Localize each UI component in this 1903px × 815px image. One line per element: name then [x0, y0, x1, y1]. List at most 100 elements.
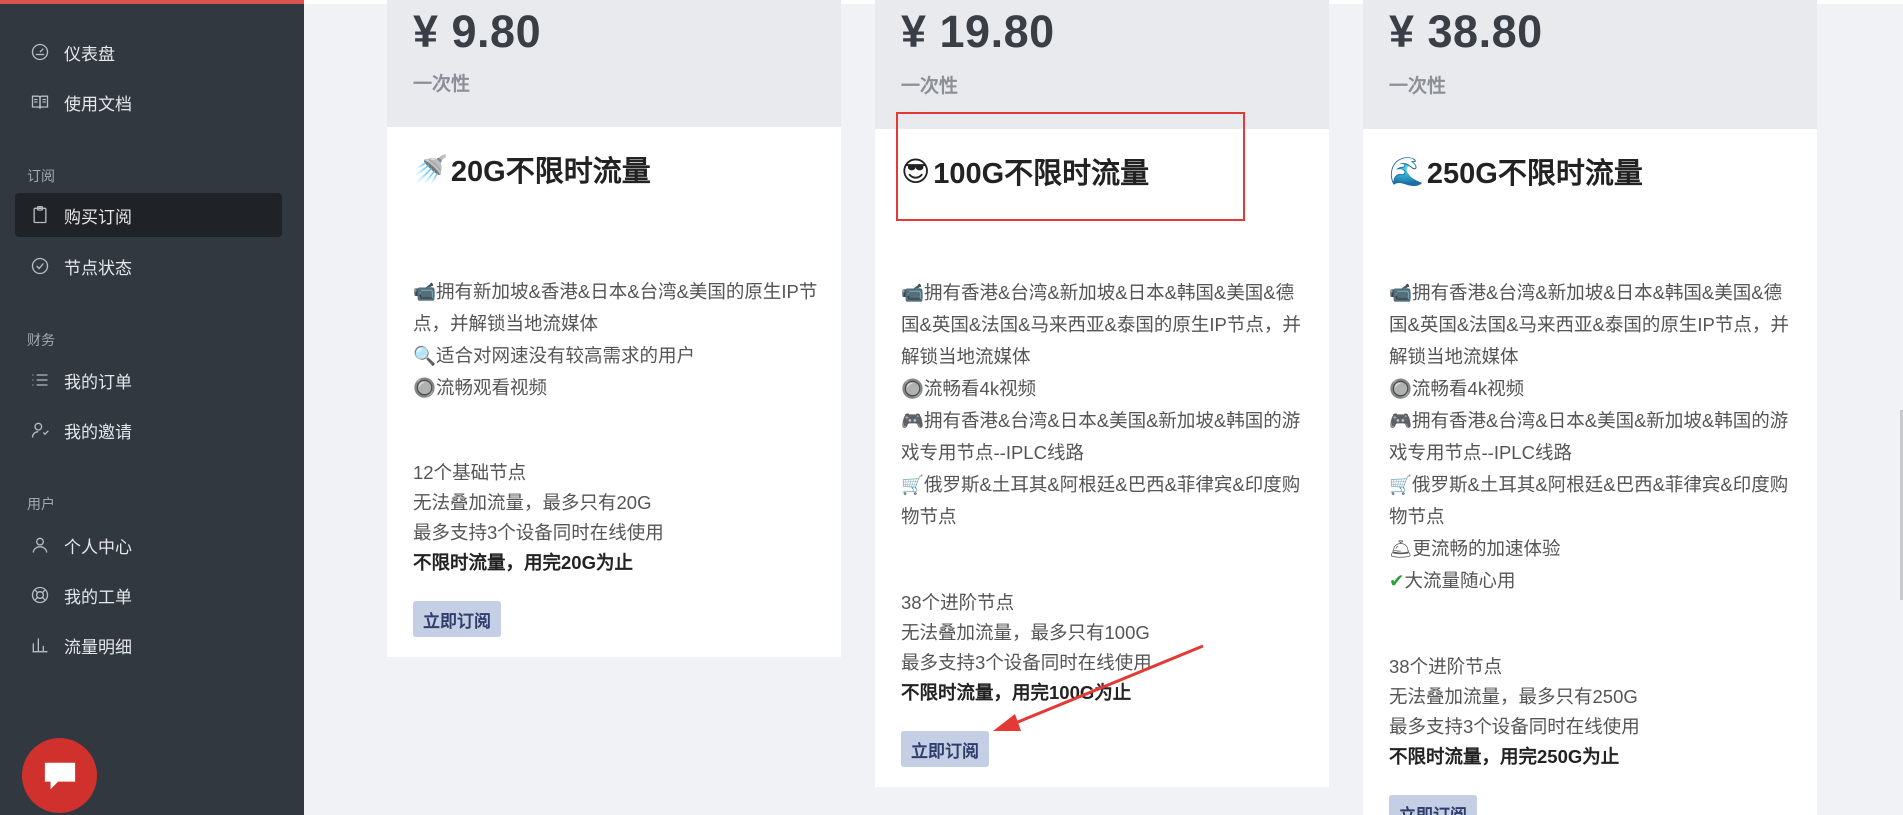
info-line: 无法叠加流量，最多只有250G — [1389, 686, 1638, 707]
plan-card-header: ¥ 38.80 一次性 — [1363, 0, 1817, 129]
lifebuoy-icon — [29, 584, 51, 606]
video-camera-icon: 📹 — [413, 281, 437, 302]
gamepad-icon: 🎮 — [1389, 410, 1413, 431]
plan-price: ¥ 9.80 — [413, 6, 542, 57]
plan-period: 一次性 — [413, 74, 471, 95]
sunglasses-icon: 😎 — [901, 155, 931, 187]
feature-line: 📹拥有新加坡&香港&日本&台湾&美国的原生IP节点，并解锁当地流媒体 — [413, 281, 818, 334]
plan-card: ¥ 19.80 一次性 😎 100G不限时流量 📹拥有香港&台湾&新加坡&日本&… — [875, 0, 1329, 787]
sidebar-item-profile[interactable]: 个人中心 — [15, 523, 282, 567]
gamepad-icon: 🎮 — [901, 410, 925, 431]
radio-button-icon: 🔘 — [1389, 378, 1413, 399]
plan-title: 😎 100G不限时流量 — [901, 150, 1149, 192]
bar-chart-icon — [29, 634, 51, 656]
plan-info: 38个进阶节点 无法叠加流量，最多只有250G 最多支持3个设备同时在线使用 不… — [1389, 652, 1794, 772]
plan-info: 38个进阶节点 无法叠加流量，最多只有100G 最多支持3个设备同时在线使用 不… — [901, 588, 1306, 708]
sidebar-item-label: 我的邀请 — [64, 422, 132, 442]
plan-card: ¥ 38.80 一次性 🌊 250G不限时流量 📹拥有香港&台湾&新加坡&日本&… — [1363, 0, 1817, 815]
plan-period: 一次性 — [1389, 76, 1447, 97]
info-line: 无法叠加流量，最多只有20G — [413, 492, 652, 513]
feature-line: 🎮拥有香港&台湾&日本&美国&新加坡&韩国的游戏专用节点--IPLC线路 — [1389, 410, 1789, 463]
sidebar-item-label: 流量明细 — [64, 637, 132, 657]
info-line: 38个进阶节点 — [901, 592, 1015, 613]
menu-group-subscribe: 订阅 — [27, 168, 55, 184]
feature-line: 📹拥有香港&台湾&新加坡&日本&韩国&美国&德国&英国&法国&马来西亚&泰国的原… — [1389, 282, 1789, 367]
plan-title: 🌊 250G不限时流量 — [1389, 150, 1643, 192]
info-strong-line: 不限时流量，用完250G为止 — [1389, 746, 1620, 767]
video-camera-icon: 📹 — [1389, 282, 1413, 303]
dashboard-icon — [29, 41, 51, 63]
info-line: 最多支持3个设备同时在线使用 — [413, 522, 664, 543]
shower-icon: 🚿 — [413, 153, 448, 185]
info-line: 最多支持3个设备同时在线使用 — [1389, 716, 1640, 737]
video-camera-icon: 📹 — [901, 282, 925, 303]
info-line: 12个基础节点 — [413, 462, 527, 483]
info-line: 无法叠加流量，最多只有100G — [901, 622, 1150, 643]
subscribe-button[interactable]: 立即订阅 — [1389, 795, 1477, 815]
feature-line: 🛒俄罗斯&土耳其&阿根廷&巴西&菲律宾&印度购物节点 — [901, 474, 1301, 527]
sidebar-top-accent — [0, 0, 304, 4]
feature-line: 🔘流畅看4k视频 — [901, 378, 1037, 399]
plan-description: 📹拥有香港&台湾&新加坡&日本&韩国&美国&德国&英国&法国&马来西亚&泰国的原… — [1389, 277, 1794, 597]
sidebar-item-label: 购买订阅 — [64, 207, 132, 227]
chat-icon — [44, 762, 75, 789]
feature-line: 🔘流畅看4k视频 — [1389, 378, 1525, 399]
feature-line: 🔍适合对网速没有较高需求的用户 — [413, 345, 696, 366]
plan-title: 🚿 20G不限时流量 — [413, 148, 651, 190]
plan-card-header: ¥ 9.80 一次性 — [387, 0, 841, 127]
shopping-cart-icon: 🛒 — [1389, 474, 1413, 495]
radio-button-icon: 🔘 — [901, 378, 925, 399]
feature-line: 📹拥有香港&台湾&新加坡&日本&韩国&美国&德国&英国&法国&马来西亚&泰国的原… — [901, 282, 1301, 367]
sidebar-item-traffic[interactable]: 流量明细 — [15, 623, 282, 667]
menu-group-user: 用户 — [27, 496, 55, 512]
feature-line: 🔘流畅观看视频 — [413, 377, 548, 398]
feature-line: ✔大流量随心用 — [1389, 570, 1516, 591]
plan-info: 12个基础节点 无法叠加流量，最多只有20G 最多支持3个设备同时在线使用 不限… — [413, 458, 818, 578]
bell-icon: 🛎 — [1389, 538, 1413, 559]
feature-line: 🛎更流畅的加速体验 — [1389, 538, 1561, 559]
sidebar: 仪表盘 使用文档 订阅 购买订阅 节点状态 财务 我的订单 我的邀请 用户 个人… — [0, 0, 304, 815]
sidebar-item-dashboard[interactable]: 仪表盘 — [15, 30, 282, 74]
chat-button[interactable] — [22, 738, 97, 813]
plan-price: ¥ 38.80 — [1389, 6, 1543, 57]
info-line: 最多支持3个设备同时在线使用 — [901, 652, 1152, 673]
sidebar-item-label: 个人中心 — [64, 537, 132, 557]
plan-card: ¥ 9.80 一次性 🚿 20G不限时流量 📹拥有新加坡&香港&日本&台湾&美国… — [387, 0, 841, 657]
sidebar-item-label: 节点状态 — [64, 258, 132, 278]
plan-card-header: ¥ 19.80 一次性 — [875, 0, 1329, 129]
sidebar-item-invite[interactable]: 我的邀请 — [15, 408, 282, 452]
info-line: 38个进阶节点 — [1389, 656, 1503, 677]
user-icon — [29, 534, 51, 556]
check-circle-icon — [29, 255, 51, 277]
checkmark-icon: ✔ — [1389, 570, 1405, 591]
wave-icon: 🌊 — [1389, 155, 1424, 187]
menu-group-finance: 财务 — [27, 332, 55, 348]
plan-title-text: 250G不限时流量 — [1426, 158, 1643, 190]
feature-line: 🛒俄罗斯&土耳其&阿根廷&巴西&菲律宾&印度购物节点 — [1389, 474, 1789, 527]
plan-description: 📹拥有新加坡&香港&日本&台湾&美国的原生IP节点，并解锁当地流媒体 🔍适合对网… — [413, 276, 818, 404]
info-strong-line: 不限时流量，用完20G为止 — [413, 552, 633, 573]
sidebar-item-tickets[interactable]: 我的工单 — [15, 573, 282, 617]
sidebar-item-label: 我的订单 — [64, 372, 132, 392]
sidebar-item-buy-subscription[interactable]: 购买订阅 — [15, 193, 282, 237]
plan-price: ¥ 19.80 — [901, 6, 1055, 57]
clipboard-icon — [29, 204, 51, 226]
magnifier-icon: 🔍 — [413, 345, 437, 366]
user-plus-icon — [29, 419, 51, 441]
feature-line: 🎮拥有香港&台湾&日本&美国&新加坡&韩国的游戏专用节点--IPLC线路 — [901, 410, 1301, 463]
sidebar-item-orders[interactable]: 我的订单 — [15, 358, 282, 402]
subscribe-button[interactable]: 立即订阅 — [901, 731, 989, 767]
info-strong-line: 不限时流量，用完100G为止 — [901, 682, 1132, 703]
list-icon — [29, 369, 51, 391]
shopping-cart-icon: 🛒 — [901, 474, 925, 495]
sidebar-item-node-status[interactable]: 节点状态 — [15, 244, 282, 288]
sidebar-item-label: 仪表盘 — [64, 44, 115, 64]
sidebar-item-label: 我的工单 — [64, 587, 132, 607]
plan-title-text: 20G不限时流量 — [450, 156, 651, 188]
plan-period: 一次性 — [901, 76, 959, 97]
subscribe-button[interactable]: 立即订阅 — [413, 601, 501, 637]
sidebar-item-docs[interactable]: 使用文档 — [15, 80, 282, 124]
plan-description: 📹拥有香港&台湾&新加坡&日本&韩国&美国&德国&英国&法国&马来西亚&泰国的原… — [901, 277, 1306, 533]
plan-title-text: 100G不限时流量 — [933, 158, 1150, 190]
radio-button-icon: 🔘 — [413, 377, 437, 398]
